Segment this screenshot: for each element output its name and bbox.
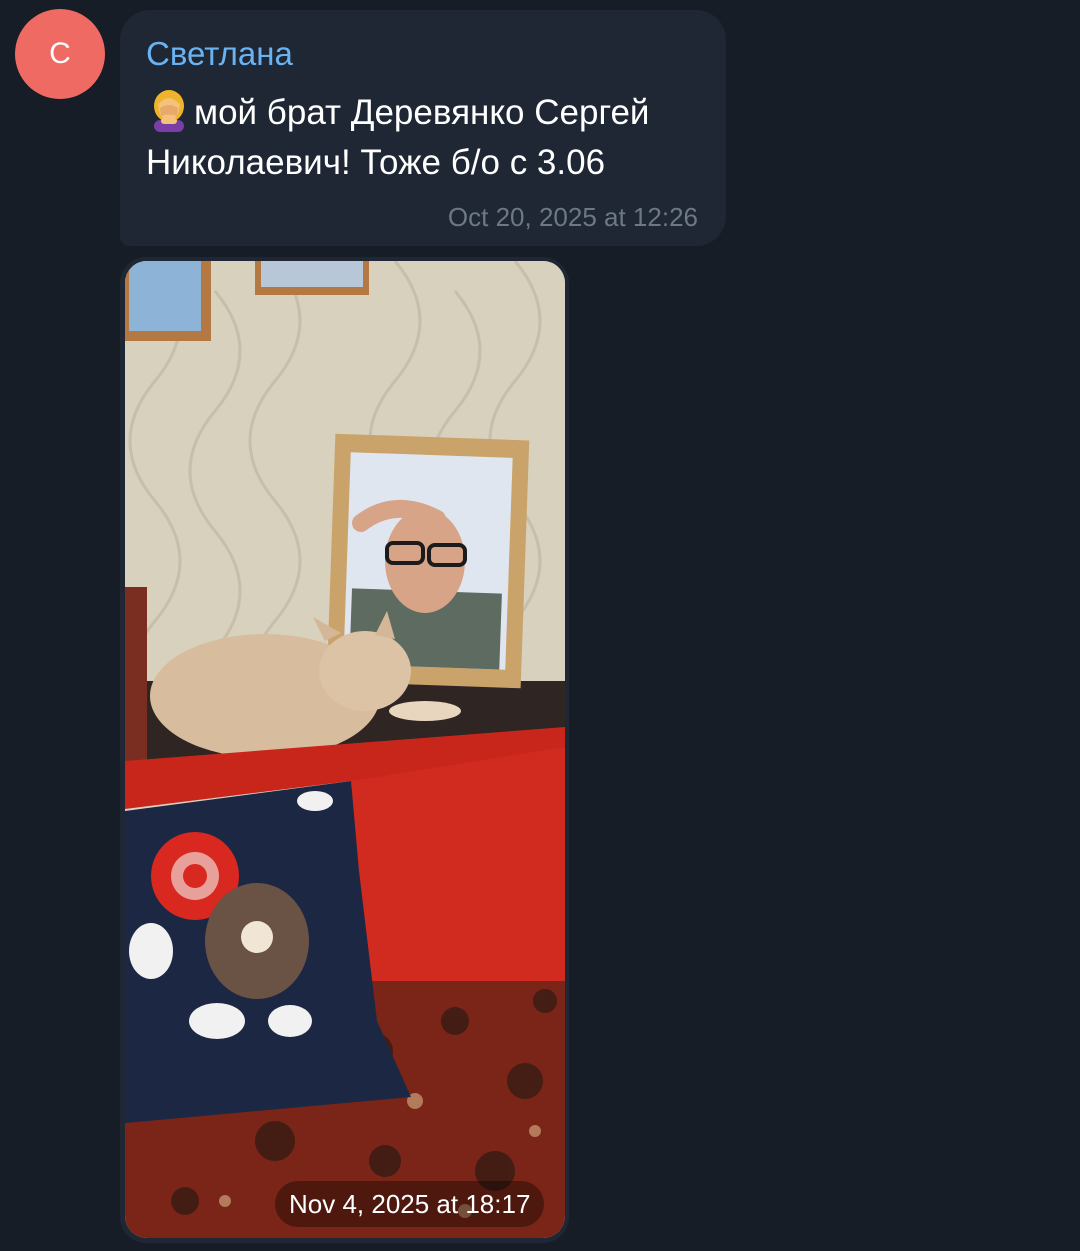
sender-avatar[interactable]: С — [15, 9, 105, 99]
photo-timestamp: Nov 4, 2025 at 18:17 — [275, 1181, 545, 1227]
photo-illustration — [125, 261, 565, 1238]
message-text: мой брат Деревянко Сергей Николаевич! То… — [146, 86, 716, 188]
avatar-letter: С — [49, 37, 71, 70]
photo-message-bubble[interactable]: Nov 4, 2025 at 18:17 — [120, 257, 569, 1243]
photo-image[interactable]: Nov 4, 2025 at 18:17 — [125, 261, 565, 1238]
sender-name[interactable]: Светлана — [146, 36, 293, 72]
message-timestamp: Oct 20, 2025 at 12:26 — [447, 202, 698, 232]
chat-view: С Светлана мой брат Деревянко Сергей Ник… — [0, 0, 1080, 1251]
message-bubble[interactable]: Светлана мой брат Деревянко Сергей Никол… — [120, 10, 726, 246]
message-body: мой брат Деревянко Сергей Николаевич! То… — [146, 93, 650, 182]
facepalm-emoji-icon — [154, 90, 184, 132]
